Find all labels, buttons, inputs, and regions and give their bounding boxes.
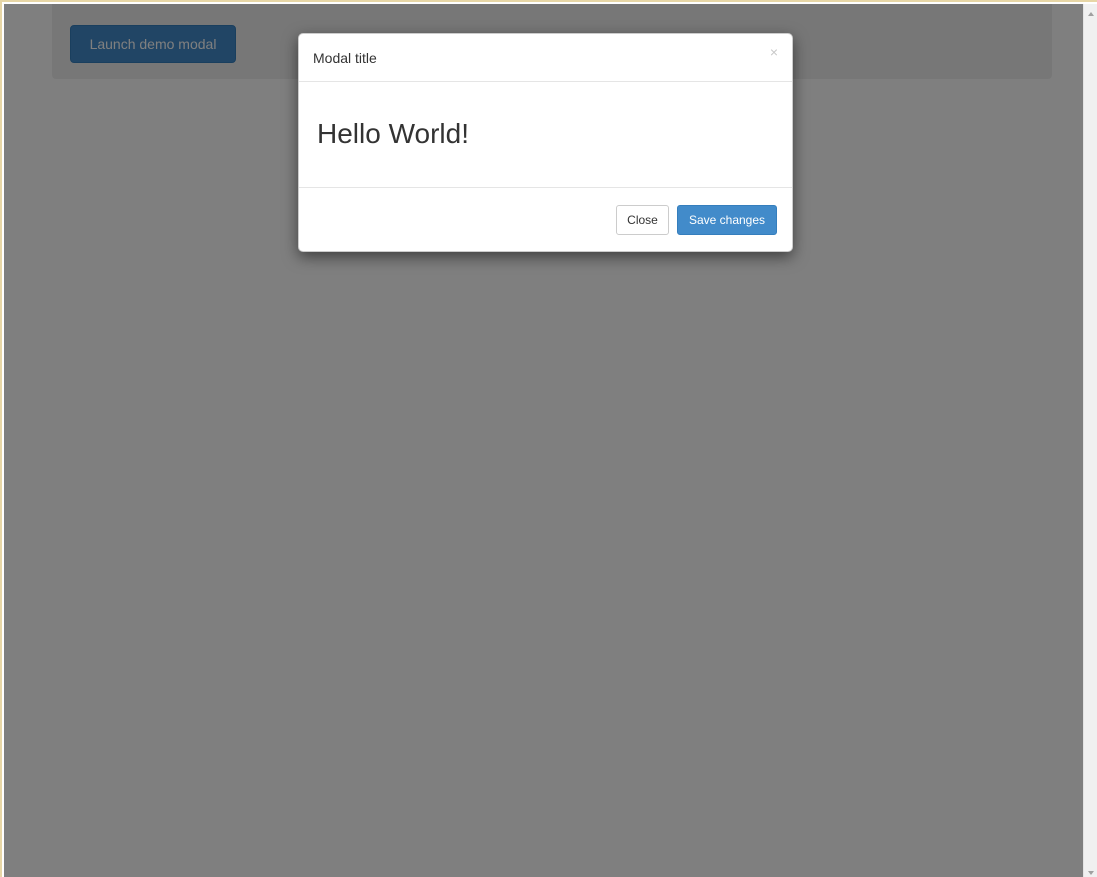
scroll-up-arrow-icon[interactable] bbox=[1088, 12, 1094, 16]
save-changes-button[interactable]: Save changes bbox=[677, 205, 777, 235]
vertical-scrollbar[interactable] bbox=[1083, 4, 1097, 877]
modal-body: Hello World! bbox=[299, 82, 792, 188]
browser-viewport: Launch demo modal Modal title × Hello Wo… bbox=[0, 0, 1097, 877]
modal-title: Modal title bbox=[313, 50, 377, 66]
modal-body-heading: Hello World! bbox=[317, 118, 469, 149]
modal-footer: Close Save changes bbox=[299, 188, 792, 251]
modal-header: Modal title × bbox=[299, 34, 792, 82]
scroll-down-arrow-icon[interactable] bbox=[1088, 871, 1094, 875]
close-button[interactable]: Close bbox=[616, 205, 669, 235]
close-icon[interactable]: × bbox=[770, 44, 778, 60]
modal-dialog: Modal title × Hello World! Close Save ch… bbox=[298, 33, 793, 252]
